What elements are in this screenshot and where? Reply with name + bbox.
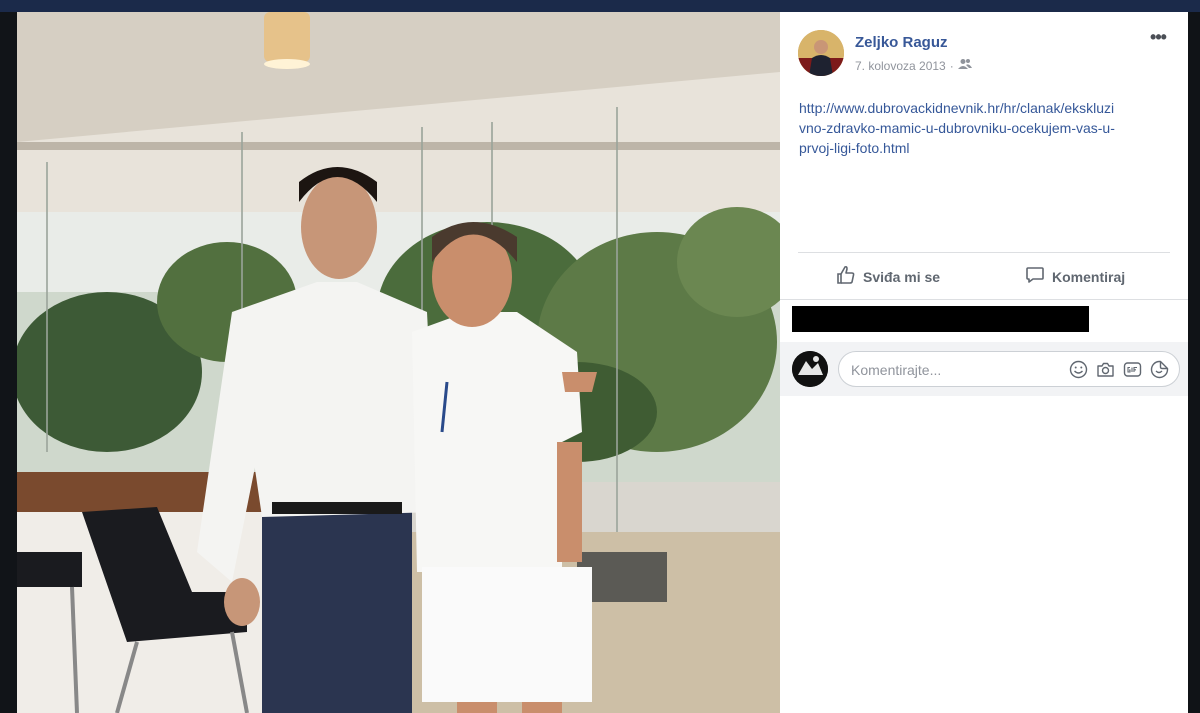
viewer-avatar[interactable] bbox=[792, 351, 828, 387]
more-options-icon[interactable]: ••• bbox=[1146, 28, 1170, 50]
comment-placeholder: Komentirajte... bbox=[851, 362, 942, 378]
camera-icon[interactable] bbox=[1096, 360, 1115, 379]
redacted-block bbox=[792, 306, 1089, 332]
post-link[interactable]: http://www.dubrovackidnevnik.hr/hr/clana… bbox=[799, 98, 1119, 158]
right-backdrop bbox=[1188, 12, 1200, 713]
comment-composer: Komentirajte... bbox=[780, 342, 1188, 396]
comment-tools bbox=[1069, 360, 1169, 379]
thumbs-up-icon bbox=[836, 265, 856, 288]
like-button[interactable]: Sviđa mi se bbox=[836, 265, 940, 288]
divider bbox=[780, 299, 1188, 300]
friends-icon[interactable] bbox=[957, 58, 972, 73]
post-photo[interactable] bbox=[17, 12, 780, 713]
comment-icon bbox=[1025, 265, 1045, 288]
post-date[interactable]: 7. kolovoza 2013 bbox=[855, 59, 946, 73]
comment-button[interactable]: Komentiraj bbox=[1025, 265, 1125, 288]
divider bbox=[798, 252, 1170, 253]
meta-separator: · bbox=[949, 58, 954, 73]
comment-input[interactable]: Komentirajte... bbox=[838, 351, 1180, 387]
top-bar bbox=[0, 0, 1200, 12]
gif-icon[interactable] bbox=[1123, 360, 1142, 379]
post-meta: 7. kolovoza 2013 · bbox=[855, 58, 972, 73]
post-panel: Zeljko Raguz 7. kolovoza 2013 · ••• http… bbox=[780, 12, 1188, 713]
left-backdrop bbox=[0, 12, 17, 713]
like-label: Sviđa mi se bbox=[863, 268, 941, 285]
author-name[interactable]: Zeljko Raguz bbox=[855, 34, 948, 51]
comment-label: Komentiraj bbox=[1052, 268, 1126, 285]
emoji-icon[interactable] bbox=[1069, 360, 1088, 379]
author-avatar[interactable] bbox=[798, 30, 844, 76]
sticker-icon[interactable] bbox=[1150, 360, 1169, 379]
